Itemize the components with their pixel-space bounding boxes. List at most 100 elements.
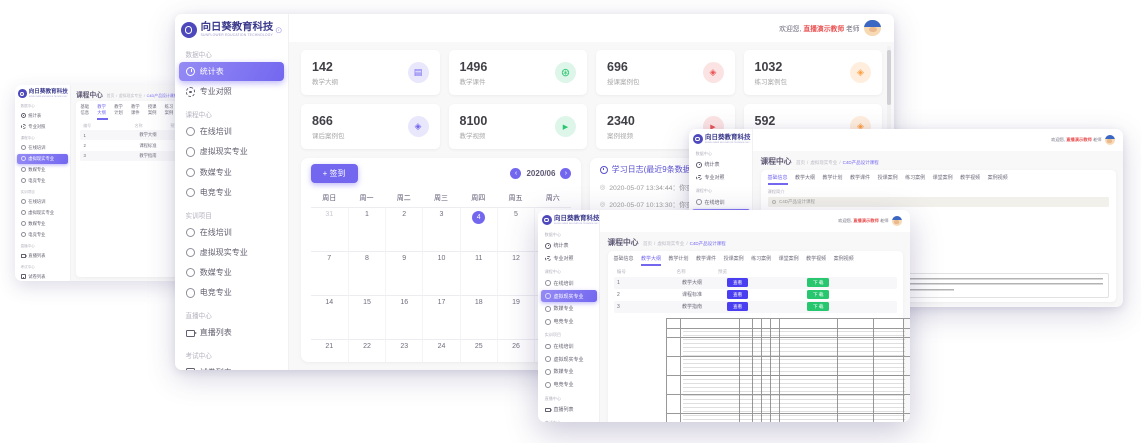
calendar-day[interactable]: 10 xyxy=(422,251,459,295)
teacher-avatar[interactable] xyxy=(864,20,881,37)
tab[interactable]: 练习案例 xyxy=(165,104,175,120)
calendar-day[interactable]: 11 xyxy=(460,251,497,295)
view-button[interactable]: 查看 xyxy=(727,302,748,311)
sidebar-item[interactable]: 在线培训 xyxy=(692,196,750,208)
breadcrumb-home[interactable]: 首页 xyxy=(796,160,805,166)
sidebar-item[interactable]: 数媒专业 xyxy=(17,165,68,175)
sidebar-item[interactable]: 在线培训 xyxy=(17,143,68,153)
breadcrumb-category[interactable]: 虚拟现实专业 xyxy=(657,241,684,247)
tab[interactable]: 基础信息 xyxy=(768,174,788,185)
sidebar-item[interactable]: 电竞专业 xyxy=(541,379,597,391)
breadcrumb-category[interactable]: 虚拟现实专业 xyxy=(810,160,837,166)
tab[interactable]: 教学计划 xyxy=(823,174,843,185)
calendar-next-button[interactable]: › xyxy=(560,168,571,179)
calendar-day[interactable]: 12 xyxy=(497,251,534,295)
sidebar-item[interactable]: 电竞专业 xyxy=(17,229,68,239)
sidebar-item[interactable]: 数据中心 xyxy=(179,43,284,62)
breadcrumb-home[interactable]: 首页 xyxy=(643,241,652,247)
tab[interactable]: 教学计划 xyxy=(114,104,124,120)
calendar-day[interactable]: 18 xyxy=(460,295,497,339)
sidebar-item[interactable]: 虚拟现实专业 xyxy=(541,353,597,365)
sidebar-item[interactable]: 专业对照 xyxy=(541,253,597,265)
calendar-day[interactable]: 1 xyxy=(348,207,385,251)
calendar-day[interactable]: 8 xyxy=(348,251,385,295)
sidebar-item[interactable]: 专业对照 xyxy=(179,82,284,101)
calendar-day[interactable]: 9 xyxy=(385,251,422,295)
tab[interactable]: 教学课件 xyxy=(850,174,870,185)
tab[interactable]: 授课案例 xyxy=(148,104,158,120)
sidebar-item[interactable]: 直播中心 xyxy=(541,391,597,402)
sidebar-item[interactable]: 在线培训 xyxy=(541,277,597,289)
calendar-day[interactable]: 23 xyxy=(385,339,422,362)
sidebar-item[interactable]: 在线培训 xyxy=(179,223,284,242)
download-button[interactable]: 下 载 xyxy=(807,290,829,299)
sidebar-item[interactable]: 考试中心 xyxy=(17,261,68,271)
sidebar-item[interactable]: 课程中心 xyxy=(179,103,284,122)
collapse-icon[interactable] xyxy=(591,217,596,223)
sidebar-item[interactable]: 课程中心 xyxy=(541,265,597,276)
sidebar-item[interactable]: 实训项目 xyxy=(541,328,597,339)
tab[interactable]: 授课案例 xyxy=(878,174,898,185)
calendar-day[interactable]: 21 xyxy=(311,339,348,362)
sidebar-item[interactable]: 考试中心 xyxy=(179,343,284,362)
calendar-day[interactable]: 14 xyxy=(311,295,348,339)
sidebar-item[interactable]: 数媒专业 xyxy=(17,219,68,229)
sign-in-button[interactable]: + 签到 xyxy=(311,164,358,183)
calendar-day[interactable]: 26 xyxy=(497,339,534,362)
teacher-avatar[interactable] xyxy=(892,216,903,227)
sidebar-item[interactable]: 直播列表 xyxy=(179,323,284,342)
course-accordion[interactable]: C4D产品设计课程 xyxy=(768,197,1109,207)
sidebar-item[interactable]: 数媒专业 xyxy=(541,303,597,315)
sidebar-item[interactable]: 专业对照 xyxy=(692,172,750,184)
tab[interactable]: 教学大纲 xyxy=(641,255,661,266)
sidebar-item[interactable]: 直播列表 xyxy=(541,403,597,415)
tab[interactable]: 教学视频 xyxy=(960,174,980,185)
sidebar-item[interactable]: 统计表 xyxy=(692,159,750,171)
tab[interactable]: 基础信息 xyxy=(80,104,90,120)
calendar-day[interactable]: 17 xyxy=(422,295,459,339)
calendar-day[interactable]: 3 xyxy=(422,207,459,251)
tab[interactable]: 案例视频 xyxy=(988,174,1008,185)
sidebar-item[interactable]: 电竞专业 xyxy=(17,175,68,185)
sidebar-item[interactable]: 统计表 xyxy=(179,62,284,81)
calendar-day[interactable]: 5 xyxy=(497,207,534,251)
calendar-day[interactable]: 25 xyxy=(460,339,497,362)
download-button[interactable]: 下 载 xyxy=(807,278,829,287)
sidebar-item[interactable]: 虚拟现实专业 xyxy=(541,290,597,302)
calendar-day[interactable]: 2 xyxy=(385,207,422,251)
sidebar-item[interactable]: 考试中心 xyxy=(541,416,597,422)
sidebar-item[interactable]: 直播中心 xyxy=(17,240,68,250)
view-button[interactable]: 查看 xyxy=(727,278,748,287)
download-button[interactable]: 下 载 xyxy=(807,302,829,311)
sidebar-item[interactable]: 数媒专业 xyxy=(179,163,284,182)
tab[interactable]: 教学大纲 xyxy=(795,174,815,185)
sidebar-item[interactable]: 试卷列表 xyxy=(179,363,284,370)
sidebar-item[interactable]: 虚拟现实专业 xyxy=(179,142,284,161)
sidebar-item[interactable]: 试卷列表 xyxy=(17,272,68,281)
collapse-icon[interactable] xyxy=(744,136,749,142)
tab[interactable]: 授课案例 xyxy=(724,255,744,266)
sidebar-item[interactable]: 直播中心 xyxy=(179,304,284,323)
teacher-avatar[interactable] xyxy=(1105,135,1116,146)
sidebar-item[interactable]: 数据中心 xyxy=(17,100,68,110)
tab[interactable]: 教学大纲 xyxy=(97,104,107,120)
sidebar-item[interactable]: 数据中心 xyxy=(541,228,597,239)
sidebar-item[interactable]: 实训项目 xyxy=(179,203,284,222)
sidebar-item[interactable]: 实训项目 xyxy=(17,186,68,196)
sidebar-item[interactable]: 虚拟现实专业 xyxy=(17,208,68,218)
sidebar-item[interactable]: 在线培训 xyxy=(179,122,284,141)
sidebar-item[interactable]: 数据中心 xyxy=(692,147,750,158)
calendar-day[interactable]: 15 xyxy=(348,295,385,339)
calendar-day[interactable]: 4 xyxy=(460,207,497,251)
scrollbar-thumb[interactable] xyxy=(887,50,891,105)
tab[interactable]: 教学课件 xyxy=(696,255,716,266)
sidebar-item[interactable]: 在线培训 xyxy=(17,197,68,207)
sidebar-item[interactable]: 统计表 xyxy=(541,240,597,252)
calendar-prev-button[interactable]: ‹ xyxy=(510,168,521,179)
sidebar-item[interactable]: 电竞专业 xyxy=(179,283,284,302)
collapse-icon[interactable] xyxy=(275,25,282,36)
calendar-day[interactable]: 22 xyxy=(348,339,385,362)
calendar-day[interactable]: 7 xyxy=(311,251,348,295)
sidebar-item[interactable]: 课程中心 xyxy=(17,132,68,142)
tab[interactable]: 课堂案例 xyxy=(933,174,953,185)
